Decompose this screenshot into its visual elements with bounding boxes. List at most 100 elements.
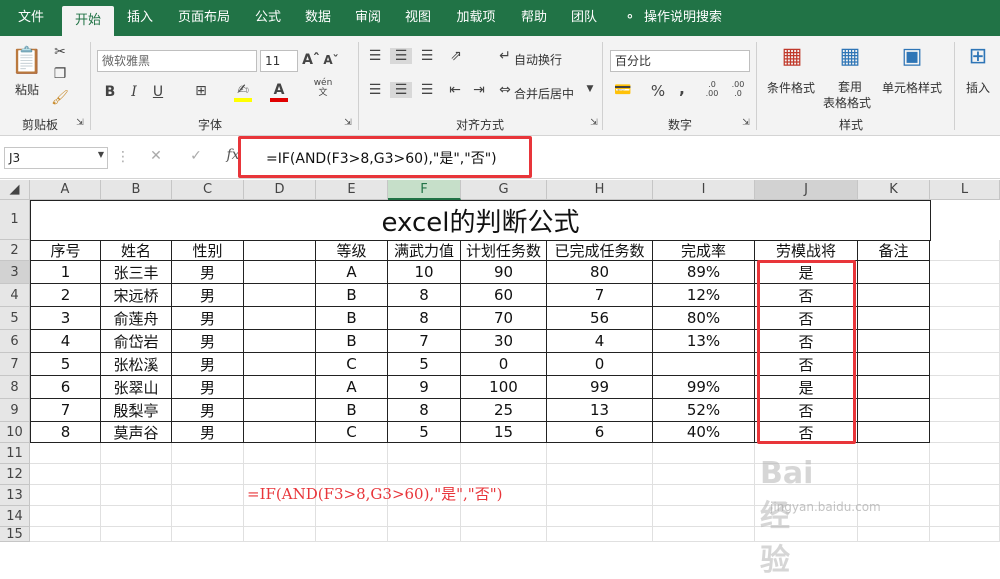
table-cell[interactable]: 89% — [653, 261, 755, 284]
table-cell[interactable] — [858, 464, 930, 485]
table-cell[interactable]: 90 — [461, 261, 547, 284]
font-size-select[interactable]: 11 — [260, 50, 298, 72]
table-cell[interactable] — [316, 506, 388, 527]
table-cell[interactable] — [858, 527, 930, 542]
tab-page-layout[interactable]: 页面布局 — [168, 0, 240, 36]
percent-style-icon[interactable]: % — [650, 82, 666, 100]
table-cell[interactable]: 70 — [461, 307, 547, 330]
table-cell[interactable] — [244, 464, 316, 485]
table-cell[interactable] — [858, 443, 930, 464]
comma-style-icon[interactable]: , — [674, 80, 690, 98]
table-cell[interactable] — [30, 527, 101, 542]
table-cell[interactable] — [172, 464, 244, 485]
table-cell[interactable] — [547, 443, 653, 464]
header-cell[interactable]: 劳模战将 — [755, 240, 858, 261]
sheet-title[interactable]: excel的判断公式 — [30, 200, 931, 241]
font-color-icon[interactable]: A — [270, 82, 288, 102]
table-cell[interactable]: 15 — [461, 422, 547, 443]
row-header[interactable]: 1 — [0, 200, 30, 240]
table-cell[interactable] — [653, 353, 755, 376]
table-cell[interactable] — [858, 376, 930, 399]
table-cell[interactable]: 40% — [653, 422, 755, 443]
table-cell[interactable] — [858, 330, 930, 353]
header-cell[interactable]: 满武力值 — [388, 240, 461, 261]
tab-file[interactable]: 文件 — [6, 0, 56, 36]
format-as-table-label1[interactable]: 套用 — [826, 78, 874, 94]
table-cell[interactable]: 10 — [388, 261, 461, 284]
table-cell[interactable]: 1 — [30, 261, 101, 284]
table-cell[interactable] — [930, 353, 1000, 376]
table-cell[interactable] — [101, 443, 172, 464]
table-cell[interactable] — [316, 443, 388, 464]
font-name-select[interactable]: 微软雅黑 — [97, 50, 257, 72]
align-right-icon[interactable]: ☰ — [418, 82, 436, 98]
table-cell[interactable] — [930, 527, 1000, 542]
format-as-table-icon[interactable]: ▦ — [836, 44, 864, 69]
table-cell[interactable]: 8 — [388, 284, 461, 307]
table-cell[interactable]: 80 — [547, 261, 653, 284]
table-cell[interactable] — [930, 284, 1000, 307]
column-header[interactable]: E — [316, 180, 388, 200]
column-header[interactable]: C — [172, 180, 244, 200]
align-bottom-icon[interactable]: ☰ — [418, 48, 436, 64]
row-header[interactable]: 2 — [0, 240, 30, 261]
table-cell[interactable] — [244, 399, 316, 422]
table-cell[interactable] — [653, 485, 755, 506]
increase-decimal-icon[interactable]: .0.00 — [702, 80, 722, 98]
column-header[interactable]: B — [101, 180, 172, 200]
name-box[interactable]: J3 — [4, 147, 108, 169]
row-header[interactable]: 4 — [0, 284, 30, 307]
table-cell[interactable] — [30, 506, 101, 527]
row-header[interactable]: 13 — [0, 485, 30, 506]
table-cell[interactable] — [930, 464, 1000, 485]
accounting-format-icon[interactable]: 💳 — [612, 82, 634, 98]
cell-styles-button[interactable]: 单元格样式 — [878, 78, 946, 96]
table-cell[interactable] — [172, 443, 244, 464]
table-cell[interactable]: 13% — [653, 330, 755, 353]
cancel-icon[interactable]: ✕ — [146, 148, 166, 164]
column-header[interactable]: I — [653, 180, 755, 200]
tab-review[interactable]: 审阅 — [346, 0, 390, 36]
table-cell[interactable] — [461, 506, 547, 527]
table-cell[interactable]: B — [316, 399, 388, 422]
formula-input[interactable]: =IF(AND(F3>8,G3>60),"是","否") — [266, 148, 497, 168]
dialog-launcher-icon[interactable]: ⇲ — [342, 118, 354, 128]
shrink-font-icon[interactable]: Aˇ — [322, 53, 340, 67]
table-cell[interactable]: C — [316, 353, 388, 376]
table-cell[interactable] — [930, 307, 1000, 330]
wrap-text-button[interactable]: 自动换行 — [514, 50, 574, 68]
borders-icon[interactable]: ⊞ — [192, 83, 210, 99]
conditional-formatting-icon[interactable]: ▦ — [778, 44, 806, 69]
table-cell[interactable] — [930, 399, 1000, 422]
table-cell[interactable] — [244, 527, 316, 542]
table-cell[interactable]: 2 — [30, 284, 101, 307]
table-cell[interactable] — [244, 330, 316, 353]
table-cell[interactable] — [930, 376, 1000, 399]
column-header[interactable]: J — [755, 180, 858, 200]
tab-help[interactable]: 帮助 — [512, 0, 556, 36]
table-cell[interactable] — [461, 443, 547, 464]
table-cell[interactable] — [653, 443, 755, 464]
conditional-formatting-button[interactable]: 条件格式 — [762, 78, 820, 96]
column-header[interactable]: H — [547, 180, 653, 200]
table-cell[interactable] — [388, 443, 461, 464]
table-cell[interactable]: 7 — [30, 399, 101, 422]
table-cell[interactable]: 男 — [172, 353, 244, 376]
row-header[interactable]: 7 — [0, 353, 30, 376]
table-cell[interactable]: 男 — [172, 307, 244, 330]
table-cell[interactable]: 5 — [388, 422, 461, 443]
table-cell[interactable] — [244, 422, 316, 443]
merge-center-button[interactable]: 合并后居中 — [514, 84, 592, 102]
table-cell[interactable]: 男 — [172, 330, 244, 353]
tab-team[interactable]: 团队 — [562, 0, 606, 36]
table-cell[interactable] — [930, 443, 1000, 464]
table-cell[interactable] — [858, 284, 930, 307]
table-cell[interactable]: 30 — [461, 330, 547, 353]
table-cell[interactable]: 3 — [30, 307, 101, 330]
table-cell[interactable] — [101, 464, 172, 485]
table-cell[interactable]: 俞莲舟 — [101, 307, 172, 330]
align-top-icon[interactable]: ☰ — [366, 48, 384, 64]
fill-color-icon[interactable]: ✍ — [234, 82, 252, 102]
table-cell[interactable]: B — [316, 284, 388, 307]
table-cell[interactable]: B — [316, 330, 388, 353]
